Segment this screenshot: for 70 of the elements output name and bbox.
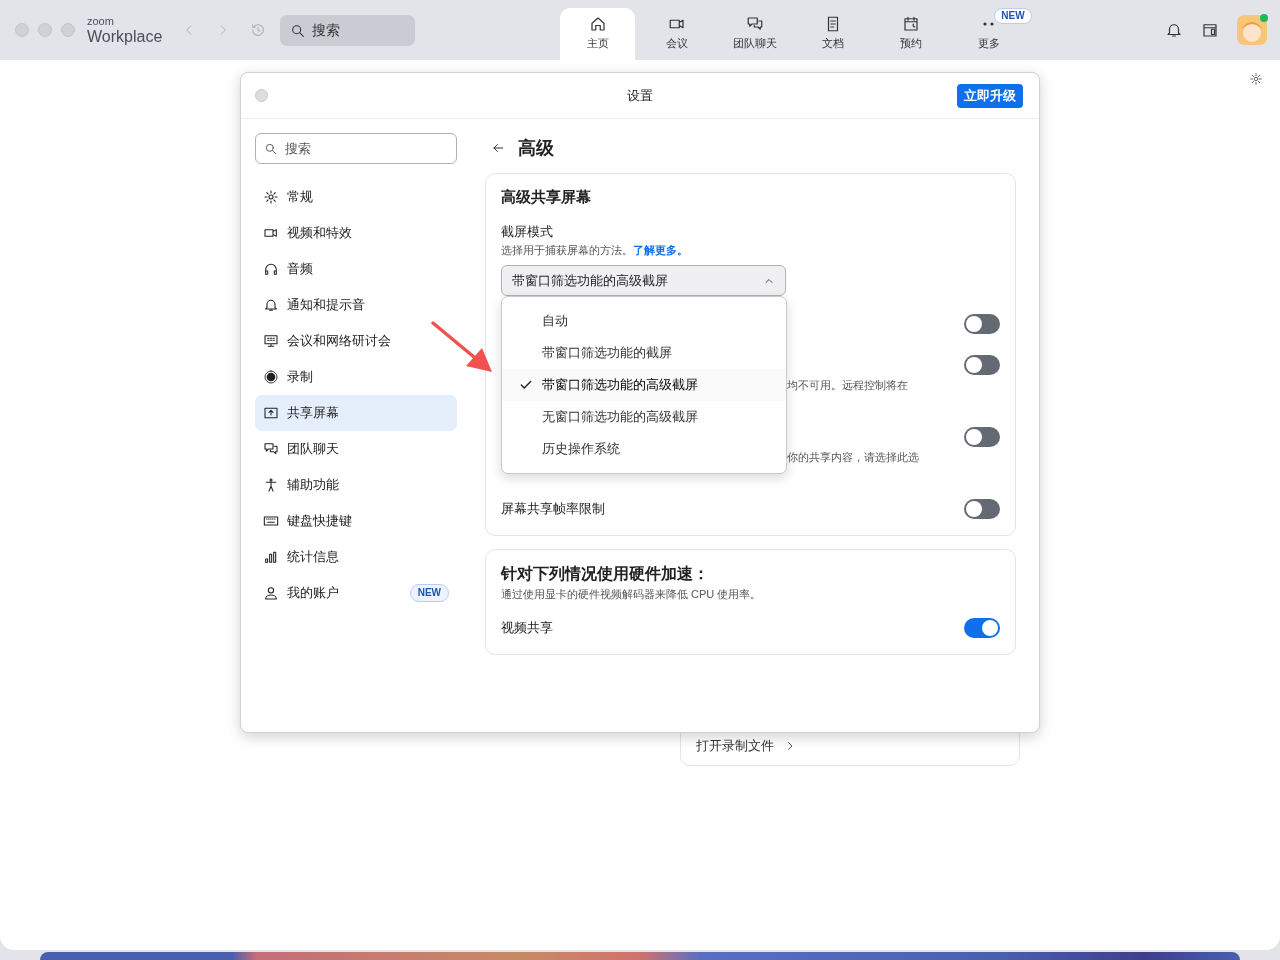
section-title: 针对下列情况使用硬件加速： [501,564,710,584]
bell-icon [263,297,279,313]
logo-text: Workplace [87,28,163,45]
search-field[interactable]: 搜索 [255,133,457,164]
screen-share-icon [263,405,279,421]
section-title: 高级共享屏幕 [501,188,592,207]
nav-tab[interactable]: 更多 NEW [950,8,1029,60]
dialog-title: 设置 [627,86,653,105]
page-title: 高级 [518,137,554,160]
dropdown-option[interactable]: 带窗口筛选功能的截屏 [502,337,786,369]
sidebar-item[interactable]: 录制 [255,359,457,395]
dropdown-option[interactable]: 带窗口筛选功能的高级截屏 [502,369,786,401]
setting-label: 屏幕共享帧率限制 [501,500,605,518]
new-badge: NEW [409,584,449,602]
chat-bubbles-icon [263,441,279,457]
mode-select[interactable]: 带窗口筛选功能的高级截屏 [501,265,786,296]
nav-tab[interactable]: 预约 [872,8,951,60]
field-hint: 选择用于捕获屏幕的方法。了解更多。 [501,243,689,258]
toggle-switch[interactable] [964,618,1000,638]
search-field[interactable]: 搜索 [280,14,416,46]
house-icon [588,15,607,33]
calendar-clock-icon [902,15,921,33]
sidebar-item[interactable]: 音频 [255,251,457,287]
search-icon [264,142,278,156]
field-label: 截屏模式 [501,223,554,241]
sidebar-item[interactable]: 统计信息 [255,539,457,575]
monitor-icon [263,333,279,349]
dots-icon [983,22,996,26]
person-figure-icon [263,477,279,493]
back-arrow-icon[interactable] [491,141,505,155]
sidebar-item[interactable]: 辅助功能 [255,467,457,503]
toggle-switch[interactable] [964,314,1000,334]
dropdown-option[interactable]: 历史操作系统 [502,433,786,465]
headphones-icon [263,261,279,277]
online-status-dot [1260,14,1268,22]
dropdown-option[interactable]: 自动 [502,305,786,337]
new-badge: NEW [994,8,1032,24]
chat-bubbles-icon [746,15,765,33]
section-hint: 通过使用显卡的硬件视频解码器来降低 CPU 使用率。 [501,587,763,602]
logo-text: zoom [87,15,115,27]
sidebar-item[interactable]: 通知和提示音 [255,287,457,323]
nav-tab[interactable]: 会议 [638,8,717,60]
calendar-icon[interactable] [1201,21,1219,39]
annotation-arrow [431,321,492,372]
sidebar-item[interactable]: 我的账户 NEW [255,575,457,611]
dropdown-option[interactable]: 无窗口筛选功能的高级截屏 [502,401,786,433]
sidebar-item[interactable]: 共享屏幕 [255,395,457,431]
bar-chart-icon [263,549,279,565]
sidebar-item[interactable]: 视频和特效 [255,215,457,251]
nav-tab[interactable]: 团队聊天 [716,8,795,60]
toggle-switch[interactable] [964,355,1000,375]
upgrade-button[interactable]: 立即升级 [957,83,1023,108]
sidebar-item[interactable]: 键盘快捷键 [255,503,457,539]
nav-tab[interactable]: 文档 [794,8,873,60]
keyboard-icon [263,513,279,529]
setting-label: 视频共享 [501,619,553,637]
sidebar-item[interactable]: 常规 [255,179,457,215]
sidebar-item[interactable]: 团队聊天 [255,431,457,467]
toggle-switch[interactable] [964,427,1000,447]
setting-description: 均不可用。远程控制将在 [787,378,908,393]
setting-description: 你的共享内容，请选择此选 [787,450,919,465]
checkmark-icon [519,378,533,392]
nav-tab[interactable]: 主页 [560,8,636,60]
toggle-switch[interactable] [964,499,1000,519]
learn-more-link[interactable]: 了解更多。 [633,244,688,256]
bell-icon[interactable] [1165,21,1183,39]
sidebar-item[interactable]: 会议和网络研讨会 [255,323,457,359]
record-icon [263,369,279,385]
person-icon [263,585,279,601]
search-icon [290,22,307,39]
